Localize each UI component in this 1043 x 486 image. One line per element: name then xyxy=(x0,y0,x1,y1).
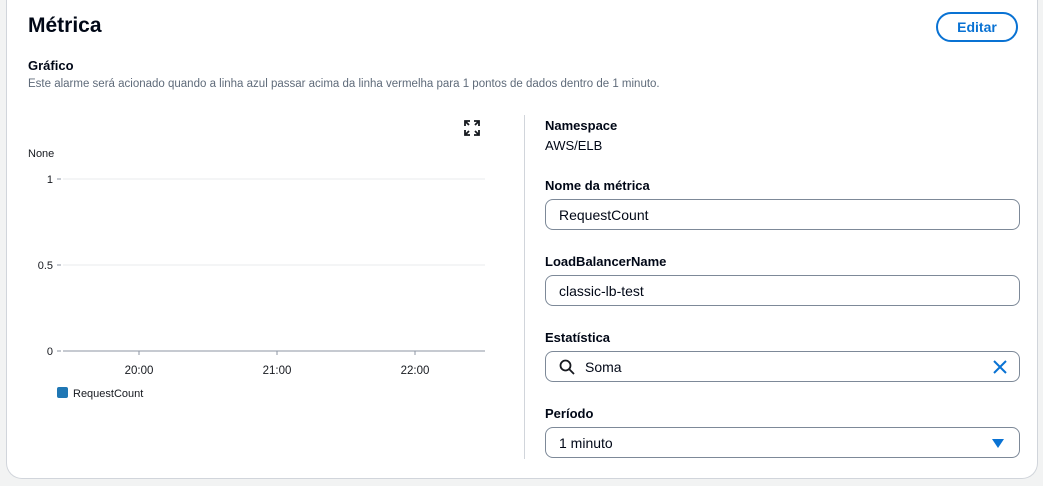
y-tick-label: 1 xyxy=(47,174,53,186)
namespace-label: Namespace xyxy=(545,118,618,133)
page-title: Métrica xyxy=(28,14,102,37)
statistic-autosuggest[interactable]: Soma xyxy=(545,351,1020,382)
loadbalancer-name-label: LoadBalancerName xyxy=(545,254,667,269)
metric-name-value: RequestCount xyxy=(559,206,649,223)
divider xyxy=(524,115,525,459)
period-label: Período xyxy=(545,406,594,421)
y-tick-label: 0.5 xyxy=(38,260,53,272)
search-icon xyxy=(559,359,575,375)
y-tick-label: 0 xyxy=(47,346,53,358)
caret-down-icon xyxy=(992,439,1004,448)
y-axis-unit-label: None xyxy=(28,148,54,160)
x-tick-label: 21:00 xyxy=(263,365,292,377)
x-tick-label: 22:00 xyxy=(401,365,430,377)
period-value: 1 minuto xyxy=(559,434,613,451)
period-select[interactable]: 1 minuto xyxy=(545,427,1020,458)
edit-button[interactable]: Editar xyxy=(936,12,1018,42)
expand-icon[interactable] xyxy=(464,120,480,136)
metric-chart: None 1 0.5 0 20:00 21:00 22:00 RequestCount xyxy=(28,148,485,400)
legend-label: RequestCount xyxy=(73,388,143,400)
graph-heading: Gráfico xyxy=(28,58,74,73)
statistic-label: Estatística xyxy=(545,330,611,345)
statistic-value: Soma xyxy=(585,358,622,375)
metric-name-field[interactable]: RequestCount xyxy=(545,199,1020,230)
metric-name-label: Nome da métrica xyxy=(545,178,650,193)
x-tick-label: 20:00 xyxy=(125,365,154,377)
close-icon[interactable] xyxy=(992,359,1008,375)
namespace-value: AWS/ELB xyxy=(545,138,603,153)
loadbalancer-name-value: classic-lb-test xyxy=(559,282,644,299)
graph-description: Este alarme será acionado quando a linha… xyxy=(28,78,660,90)
legend-swatch xyxy=(57,387,68,398)
metric-panel: Métrica Editar Gráfico Este alarme será … xyxy=(6,0,1038,479)
loadbalancer-name-field[interactable]: classic-lb-test xyxy=(545,275,1020,306)
